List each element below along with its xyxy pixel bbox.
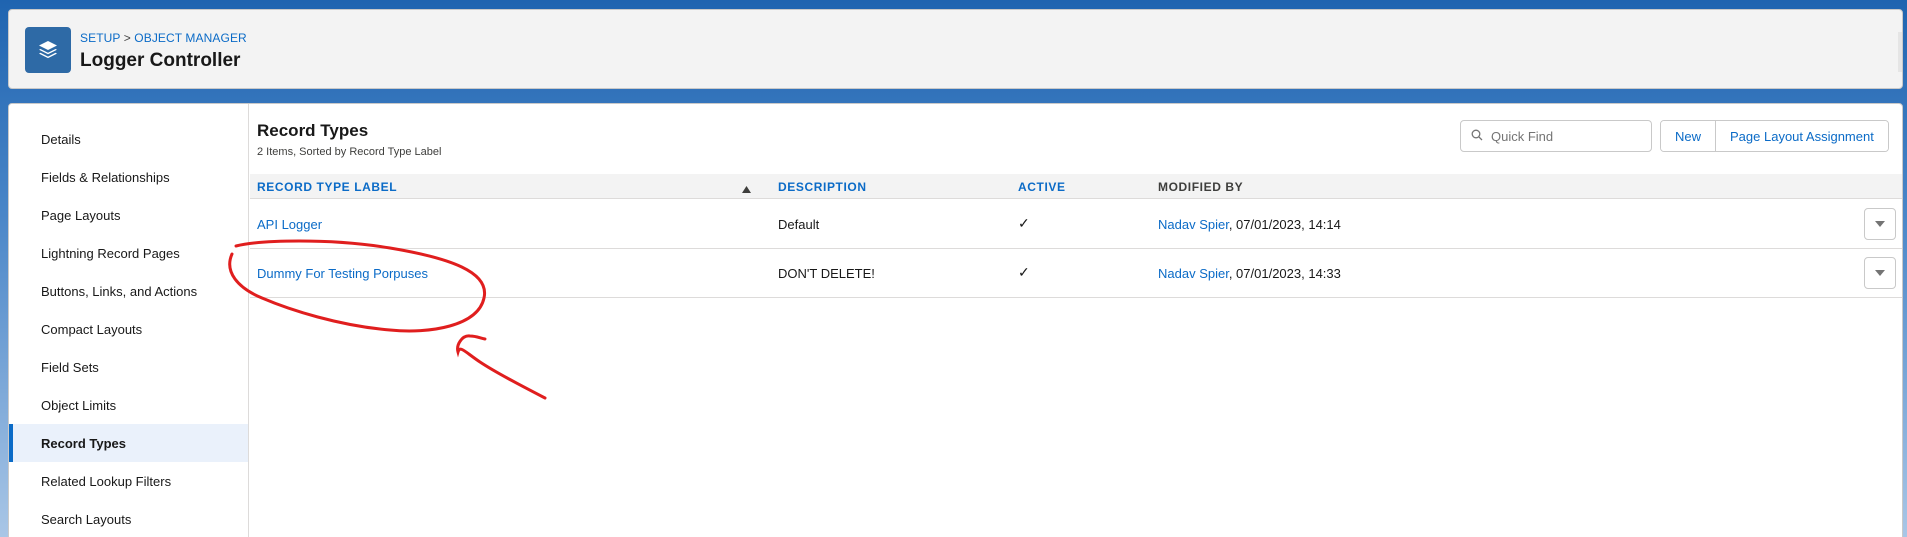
- description-cell: Default: [778, 217, 820, 232]
- sidebar-item-label: Related Lookup Filters: [41, 473, 172, 489]
- column-header-modified-by: Modified By: [1158, 180, 1244, 194]
- sidebar-item-page-layouts[interactable]: Page Layouts: [9, 196, 248, 234]
- breadcrumb-object-manager[interactable]: OBJECT MANAGER: [134, 31, 247, 45]
- record-types-content: Record Types 2 Items, Sorted by Record T…: [250, 104, 1902, 537]
- user-link[interactable]: Nadav Spier: [1158, 217, 1229, 232]
- sidebar-item-related-lookup-filters[interactable]: Related Lookup Filters: [9, 462, 248, 500]
- row-actions-button[interactable]: [1864, 257, 1896, 289]
- sidebar-item-compact-layouts[interactable]: Compact Layouts: [9, 310, 248, 348]
- table-header: Record Type Label Description Active Mod…: [250, 174, 1902, 199]
- sidebar-item-label: Record Types: [41, 435, 127, 451]
- sort-ascending-icon[interactable]: [742, 182, 751, 196]
- record-type-link[interactable]: Dummy For Testing Porpuses: [257, 266, 428, 281]
- sidebar-item-label: Fields & Relationships: [41, 169, 170, 185]
- sidebar-item-object-limits[interactable]: Object Limits: [9, 386, 248, 424]
- sidebar-item-details[interactable]: Details: [9, 120, 248, 158]
- user-link[interactable]: Nadav Spier: [1158, 266, 1229, 281]
- chevron-down-icon: [1875, 270, 1885, 276]
- sidebar-item-label: Compact Layouts: [41, 321, 143, 337]
- sidebar-item-buttons-links-actions[interactable]: Buttons, Links, and Actions: [9, 272, 248, 310]
- breadcrumb-setup[interactable]: SETUP: [80, 31, 120, 45]
- section-subtitle: 2 Items, Sorted by Record Type Label: [257, 146, 442, 158]
- modified-date: , 07/01/2023, 14:14: [1228, 217, 1341, 232]
- sidebar-item-label: Field Sets: [41, 359, 99, 375]
- record-type-link[interactable]: API Logger: [257, 217, 322, 232]
- chevron-down-icon: [1875, 221, 1885, 227]
- checkmark-icon: ✓: [1018, 264, 1030, 280]
- section-title: Record Types: [257, 121, 369, 140]
- sidebar-item-field-sets[interactable]: Field Sets: [9, 348, 248, 386]
- sidebar-item-label: Buttons, Links, and Actions: [41, 283, 198, 299]
- layers-icon: [25, 27, 71, 73]
- page-title: Logger Controller: [80, 50, 241, 71]
- sidebar-item-fields-relationships[interactable]: Fields & Relationships: [9, 158, 248, 196]
- description-cell: DON'T DELETE!: [778, 266, 875, 281]
- modified-by-cell: Nadav Spier, 07/01/2023, 14:14: [1158, 217, 1341, 232]
- column-header-description[interactable]: Description: [778, 180, 867, 194]
- sidebar-item-label: Page Layouts: [41, 207, 121, 223]
- row-actions-button[interactable]: [1864, 208, 1896, 240]
- sidebar-item-label: Object Limits: [41, 397, 117, 413]
- column-header-record-type-label[interactable]: Record Type Label: [257, 180, 397, 194]
- sidebar-item-record-types[interactable]: Record Types: [9, 424, 248, 462]
- button-group: New Page Layout Assignment: [1660, 120, 1889, 152]
- quick-find-box[interactable]: [1460, 120, 1652, 152]
- scrollbar[interactable]: [1898, 32, 1902, 72]
- breadcrumb: SETUP > OBJECT MANAGER: [80, 31, 247, 45]
- modified-by-cell: Nadav Spier, 07/01/2023, 14:33: [1158, 266, 1341, 281]
- quick-find-input[interactable]: [1491, 128, 1641, 144]
- column-header-active[interactable]: Active: [1018, 180, 1066, 194]
- search-icon: [1471, 129, 1483, 144]
- sidebar-item-label: Search Layouts: [41, 511, 132, 527]
- table-row: API Logger Default ✓ Nadav Spier, 07/01/…: [250, 200, 1902, 249]
- breadcrumb-separator: >: [123, 31, 131, 45]
- sidebar-item-lightning-record-pages[interactable]: Lightning Record Pages: [9, 234, 248, 272]
- table-row: Dummy For Testing Porpuses DON'T DELETE!…: [250, 249, 1902, 298]
- modified-date: , 07/01/2023, 14:33: [1228, 266, 1341, 281]
- sidebar: Details Fields & Relationships Page Layo…: [9, 104, 249, 537]
- page-layout-assignment-button[interactable]: Page Layout Assignment: [1715, 121, 1888, 151]
- checkmark-icon: ✓: [1018, 215, 1030, 231]
- new-button[interactable]: New: [1661, 121, 1716, 151]
- object-header: SETUP > OBJECT MANAGER Logger Controller: [8, 9, 1903, 89]
- sidebar-item-label: Lightning Record Pages: [41, 245, 180, 261]
- sidebar-item-label: Details: [41, 131, 81, 147]
- sidebar-item-search-layouts[interactable]: Search Layouts: [9, 500, 248, 537]
- main-panel: Details Fields & Relationships Page Layo…: [8, 103, 1903, 537]
